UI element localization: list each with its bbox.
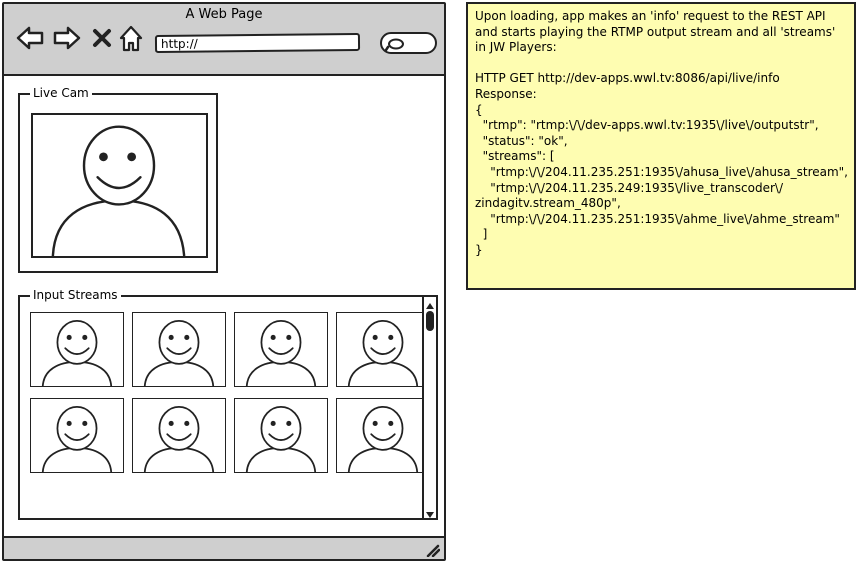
note-line: zindagitv.stream_480p", xyxy=(475,196,621,211)
browser-toolbar: A Web Page http:// xyxy=(4,4,444,76)
stream-thumbnail[interactable] xyxy=(132,398,226,473)
user-avatar-icon xyxy=(51,125,186,256)
input-streams-panel: Input Streams xyxy=(18,287,438,520)
user-avatar-icon xyxy=(143,319,215,386)
input-streams-label: Input Streams xyxy=(30,287,121,303)
user-avatar-icon xyxy=(245,405,317,472)
vertical-scrollbar[interactable] xyxy=(422,297,436,518)
search-field[interactable] xyxy=(380,32,437,54)
user-avatar-icon xyxy=(245,319,317,386)
live-cam-panel: Live Cam xyxy=(18,85,218,273)
stream-thumbnail[interactable] xyxy=(132,312,226,387)
stream-thumbnail[interactable] xyxy=(336,398,430,473)
stream-thumbnail[interactable] xyxy=(30,312,124,387)
live-cam-label: Live Cam xyxy=(30,85,92,101)
note-line: "rtmp:\/\/204.11.235.251:1935\/ahusa_liv… xyxy=(475,164,848,179)
stream-thumbnail[interactable] xyxy=(234,312,328,387)
stream-thumbnail[interactable] xyxy=(336,312,430,387)
search-icon xyxy=(385,38,404,52)
note-line: { xyxy=(475,102,483,117)
close-x-icon[interactable] xyxy=(91,24,113,52)
note-line: "rtmp": "rtmp:\/\/dev-apps.wwl.tv:1935\/… xyxy=(475,118,819,133)
stream-thumbnail[interactable] xyxy=(234,398,328,473)
window-title: A Web Page xyxy=(185,7,263,22)
note-line: HTTP GET http://dev-apps.wwl.tv:8086/api… xyxy=(475,71,780,86)
browser-window: A Web Page http:// Live Cam Input Stream… xyxy=(2,2,446,561)
note-line: "streams": [ xyxy=(475,149,555,164)
address-bar[interactable]: http:// xyxy=(154,32,361,54)
note-line: Response: xyxy=(475,86,537,101)
back-arrow-icon[interactable] xyxy=(16,24,44,52)
note-intro: Upon loading, app makes an 'info' reques… xyxy=(475,9,836,55)
note-code-block: HTTP GET http://dev-apps.wwl.tv:8086/api… xyxy=(475,71,848,258)
live-cam-player[interactable] xyxy=(31,113,208,258)
stream-grid xyxy=(30,312,430,473)
note-line: "rtmp:\/\/204.11.235.249:1935\/live_tran… xyxy=(475,180,783,195)
note-line: "status": "ok", xyxy=(475,133,568,148)
user-avatar-icon xyxy=(143,405,215,472)
user-avatar-icon xyxy=(41,319,113,386)
note-line: "rtmp:\/\/204.11.235.251:1935\/ahme_live… xyxy=(475,211,840,226)
user-avatar-icon xyxy=(347,319,419,386)
user-avatar-icon xyxy=(347,405,419,472)
annotation-note: Upon loading, app makes an 'info' reques… xyxy=(466,2,856,290)
resize-grip-icon[interactable] xyxy=(426,542,441,558)
user-avatar-icon xyxy=(41,405,113,472)
stream-thumbnail[interactable] xyxy=(30,398,124,473)
scroll-up-icon[interactable] xyxy=(424,297,436,309)
forward-arrow-icon[interactable] xyxy=(53,24,81,52)
scroll-down-icon[interactable] xyxy=(424,506,436,518)
scrollbar-thumb[interactable] xyxy=(426,311,434,331)
note-line: } xyxy=(475,242,483,257)
home-icon[interactable] xyxy=(118,24,144,52)
status-bar xyxy=(4,536,444,559)
note-line: ] xyxy=(475,227,488,242)
